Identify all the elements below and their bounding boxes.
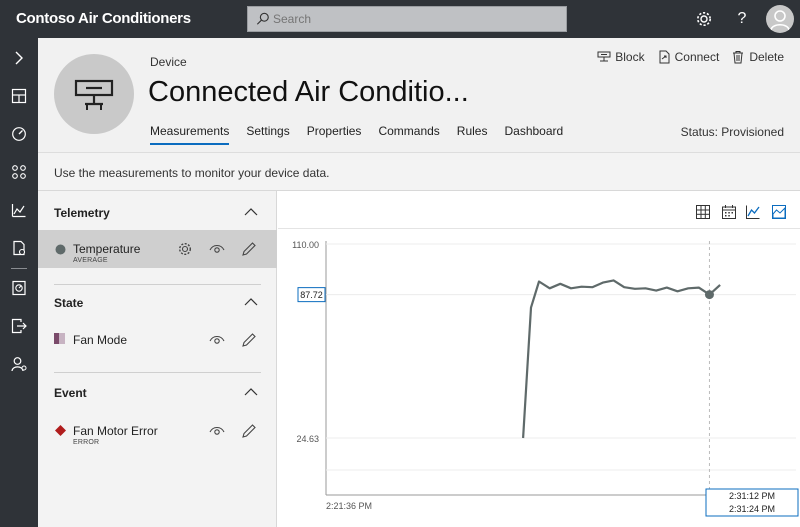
section-divider [54, 372, 261, 373]
fan-motor-error-label: Fan Motor Error [73, 424, 158, 438]
telemetry-section-title: Telemetry [54, 206, 110, 220]
jobs-icon[interactable] [11, 280, 27, 296]
pencil-icon[interactable] [241, 332, 257, 348]
y-tick-label-min: 24.63 [296, 434, 319, 444]
measurements-panel: Telemetry Temperature AVERAGE State Fan … [38, 191, 277, 527]
device-header: Device Connected Air Conditio... Block C… [38, 38, 800, 153]
chart-toolbar [278, 191, 800, 229]
device-icon [74, 79, 114, 110]
measurements-info: Use the measurements to monitor your dev… [38, 153, 800, 191]
connect-label: Connect [674, 50, 720, 64]
block-icon [597, 51, 611, 62]
left-nav-rail [0, 38, 38, 527]
analytics-icon[interactable] [11, 202, 27, 218]
delete-label: Delete [749, 50, 784, 64]
chevron-up-icon[interactable] [244, 207, 258, 217]
administration-icon[interactable] [11, 356, 27, 372]
device-image [54, 54, 134, 134]
devices-grid-icon[interactable] [11, 164, 27, 180]
app-title[interactable]: Contoso Air Conditioners [16, 10, 191, 27]
chevron-up-icon[interactable] [244, 387, 258, 397]
x-tick-label-start: 2:21:36 PM [326, 501, 372, 511]
measurements-chart[interactable]: 110.00 24.63 2:21:36 PM 87.72 2:31:12 PM 2:31… [278, 229, 800, 527]
chevron-up-icon[interactable] [244, 297, 258, 307]
current-value-label: 87.72 [300, 290, 323, 300]
person-icon [770, 10, 790, 31]
device-tabs: Measurements Settings Properties Command… [150, 124, 580, 145]
tab-measurements[interactable]: Measurements [150, 124, 230, 145]
eye-icon[interactable] [209, 423, 225, 439]
cursor-time-label-1: 2:31:12 PM [729, 491, 775, 501]
export-icon[interactable] [11, 318, 27, 334]
area-chart-icon[interactable] [771, 204, 787, 220]
search-icon [256, 12, 269, 25]
search-box[interactable] [247, 6, 567, 32]
cursor-time-label-2: 2:31:24 PM [729, 504, 775, 514]
telemetry-item-temperature[interactable]: Temperature AVERAGE [38, 230, 277, 268]
device-templates-icon[interactable] [11, 240, 27, 256]
top-bar: Contoso Air Conditioners ? [0, 0, 800, 38]
gear-icon[interactable] [177, 241, 193, 257]
pencil-icon[interactable] [241, 423, 257, 439]
state-section-title: State [54, 296, 84, 310]
avatar[interactable] [766, 5, 794, 33]
device-status: Status: Provisioned [680, 125, 784, 139]
table-view-icon[interactable] [695, 204, 711, 220]
chart-panel: 110.00 24.63 2:21:36 PM 87.72 2:31:12 PM 2:31… [278, 191, 800, 527]
pencil-icon[interactable] [241, 241, 257, 257]
series-line-temperature [522, 279, 721, 439]
cursor-point [704, 290, 714, 300]
device-actions: Block Connect Delete [597, 50, 784, 64]
tab-settings[interactable]: Settings [246, 124, 289, 145]
calendar-icon[interactable] [721, 204, 737, 220]
trash-icon [733, 51, 744, 64]
series-color-swatch [55, 244, 66, 255]
delete-button[interactable]: Delete [731, 50, 784, 64]
block-button[interactable]: Block [597, 50, 645, 64]
tab-properties[interactable]: Properties [307, 124, 362, 145]
tab-commands[interactable]: Commands [378, 124, 439, 145]
temperature-aggregation: AVERAGE [73, 257, 108, 264]
gear-icon[interactable] [694, 9, 714, 29]
y-tick-label-max: 110.00 [292, 240, 319, 250]
chevron-right-icon[interactable] [11, 50, 27, 66]
block-label: Block [615, 50, 645, 64]
fan-mode-label: Fan Mode [73, 333, 128, 347]
event-diamond-icon [55, 425, 66, 436]
state-item-fan-mode[interactable]: Fan Mode [38, 321, 277, 359]
device-name: Connected Air Conditio... [148, 76, 469, 108]
eye-icon[interactable] [209, 332, 225, 348]
tab-dashboard[interactable]: Dashboard [504, 124, 563, 145]
connect-button[interactable]: Connect [657, 50, 720, 64]
event-section-title: Event [54, 386, 87, 400]
search-input[interactable] [273, 12, 553, 26]
fan-motor-error-severity: ERROR [73, 439, 100, 446]
line-chart-icon[interactable] [745, 204, 761, 220]
eye-icon[interactable] [209, 241, 225, 257]
gauge-icon[interactable] [11, 126, 27, 142]
help-icon[interactable]: ? [732, 9, 752, 29]
dashboard-icon[interactable] [11, 88, 27, 104]
section-divider [54, 284, 261, 285]
temperature-label: Temperature [73, 242, 141, 256]
event-item-fan-motor-error[interactable]: Fan Motor Error ERROR [38, 412, 277, 450]
connect-icon [659, 50, 670, 64]
rail-divider [11, 268, 27, 269]
device-type-label: Device [150, 55, 187, 69]
state-color-swatch [54, 333, 65, 344]
tab-rules[interactable]: Rules [457, 124, 488, 145]
